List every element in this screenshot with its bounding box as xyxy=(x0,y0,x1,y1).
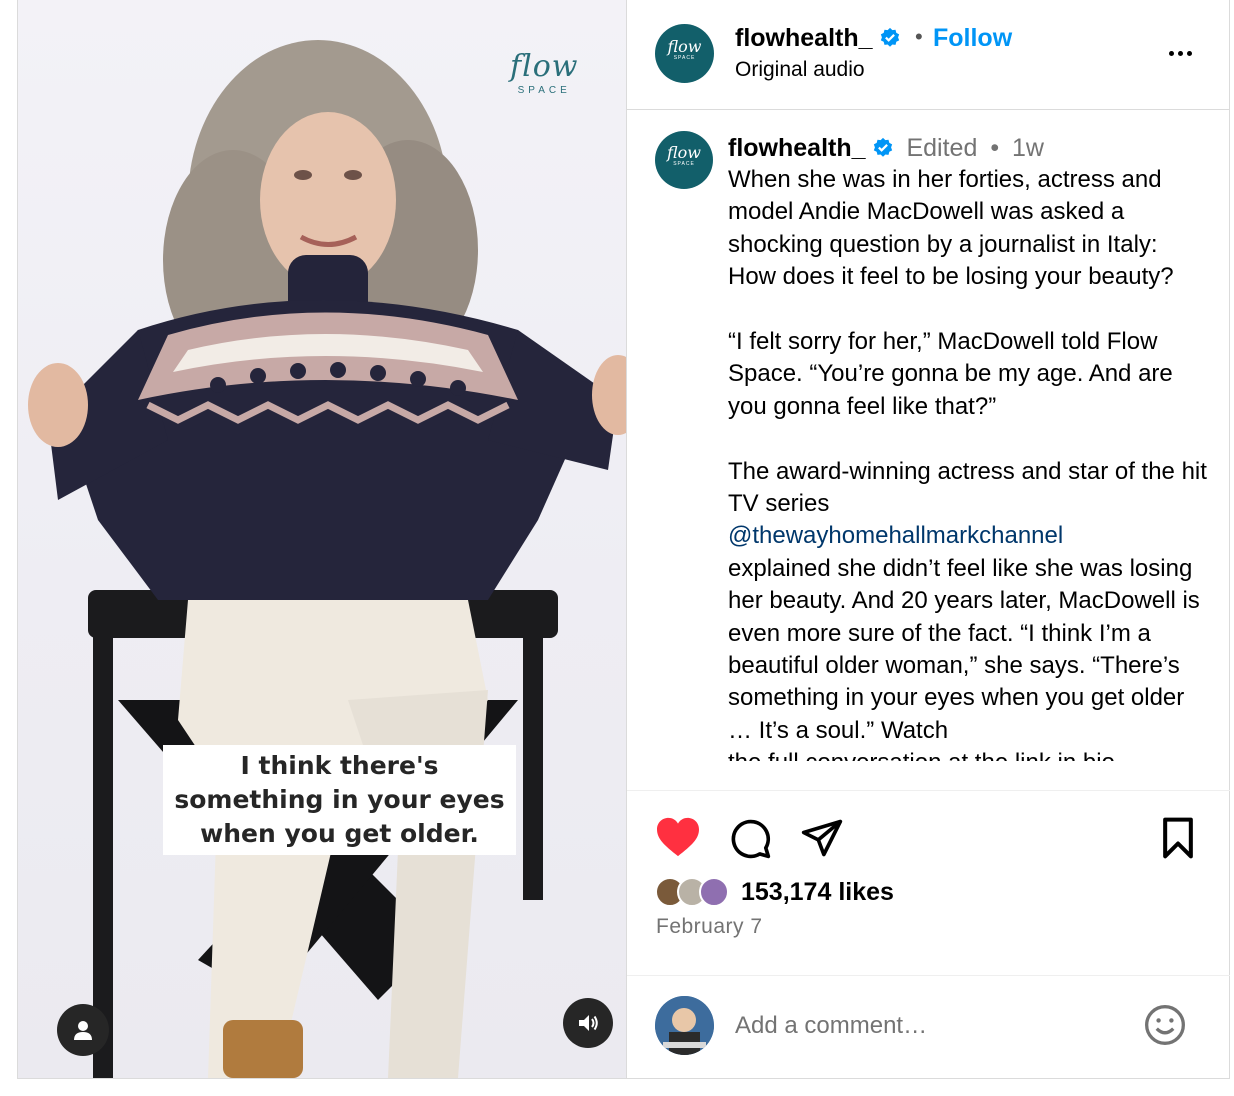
flow-space-watermark: flow SPACE xyxy=(510,49,579,97)
like-button[interactable] xyxy=(655,816,701,858)
audio-icon xyxy=(579,1015,598,1031)
avatar-logo-text: flow xyxy=(667,143,701,162)
caption-p3-before: The award-winning actress and star of th… xyxy=(728,457,1207,518)
share-icon xyxy=(801,819,843,857)
video-frame-person xyxy=(28,40,626,1078)
comment-icon xyxy=(731,819,771,859)
author-username[interactable]: flowhealth_ xyxy=(735,24,873,52)
post-header: flow SPACE flowhealth_ • Follow Original… xyxy=(627,0,1230,110)
caption-section: flow SPACE flowhealth_ Edited • 1w When … xyxy=(627,111,1230,791)
user-icon xyxy=(74,1021,92,1040)
caption-paragraph-1: When she was in her forties, actress and… xyxy=(728,166,1174,291)
emoji-icon xyxy=(1145,1005,1185,1045)
save-button[interactable] xyxy=(1158,816,1198,860)
caption-p3-after: explained she didn’t feel like she was l… xyxy=(728,554,1200,744)
emoji-button[interactable] xyxy=(1143,1003,1187,1052)
subtitle-line-2: something in your eyes xyxy=(174,785,505,814)
current-user-avatar xyxy=(655,996,714,1055)
heart-icon xyxy=(657,817,699,857)
subtitle-line-3: when you get older. xyxy=(200,819,479,848)
caption-paragraph-3: The award-winning actress and star of th… xyxy=(728,456,1208,762)
caption-p3-cut: the full conversation at the link in bio… xyxy=(728,747,1208,761)
header-separator-dot: • xyxy=(915,24,923,49)
avatar-logo-sub: SPACE xyxy=(673,55,696,61)
subtitle-line-1: I think there's xyxy=(240,751,439,780)
caption-author-avatar[interactable]: flow SPACE xyxy=(655,131,713,189)
video-subtitle: I think there's something in your eyes w… xyxy=(163,745,516,855)
tagged-users-button[interactable] xyxy=(57,1004,109,1056)
author-username-row: flowhealth_ xyxy=(735,24,901,53)
post-date: February 7 xyxy=(656,915,763,938)
original-audio-link[interactable]: Original audio xyxy=(735,58,865,82)
caption-text: When she was in her forties, actress and… xyxy=(728,164,1208,761)
post-time[interactable]: 1w xyxy=(1012,134,1044,162)
likes-summary[interactable]: 153,174 likes xyxy=(655,874,894,910)
more-options-button[interactable] xyxy=(1162,38,1198,68)
comment-button[interactable] xyxy=(728,816,772,860)
follow-button[interactable]: Follow xyxy=(933,24,1012,53)
verified-badge-icon xyxy=(873,137,892,157)
caption-username[interactable]: flowhealth_ xyxy=(728,134,866,162)
author-avatar[interactable]: flow SPACE xyxy=(655,24,714,83)
liker-avatar xyxy=(699,877,729,907)
space-watermark-text: SPACE xyxy=(517,85,571,96)
verified-badge-icon xyxy=(880,27,899,47)
avatar-logo-text: flow xyxy=(667,37,702,56)
reel-video[interactable]: flow SPACE I think there's something in … xyxy=(18,0,626,1078)
flow-watermark-script: flow xyxy=(510,49,579,84)
share-button[interactable] xyxy=(800,816,844,860)
edited-label: Edited xyxy=(906,134,978,162)
likes-count[interactable]: 153,174 likes xyxy=(741,878,894,907)
add-comment-bar xyxy=(627,975,1230,1078)
caption-header: flowhealth_ Edited • 1w xyxy=(728,133,1044,163)
avatar-logo-sub: SPACE xyxy=(673,161,695,167)
bookmark-icon xyxy=(1163,817,1193,859)
more-icon xyxy=(1168,50,1192,56)
caption-separator-dot: • xyxy=(990,134,1000,162)
comment-input[interactable] xyxy=(735,1008,1115,1044)
caption-paragraph-2: “I felt sorry for her,” MacDowell told F… xyxy=(728,328,1173,420)
mention-link[interactable]: @thewayhomehallmarkchannel xyxy=(728,522,1063,549)
post-details-panel: flow SPACE flowhealth_ • Follow Original… xyxy=(626,0,1230,1078)
audio-toggle-button[interactable] xyxy=(563,998,613,1048)
